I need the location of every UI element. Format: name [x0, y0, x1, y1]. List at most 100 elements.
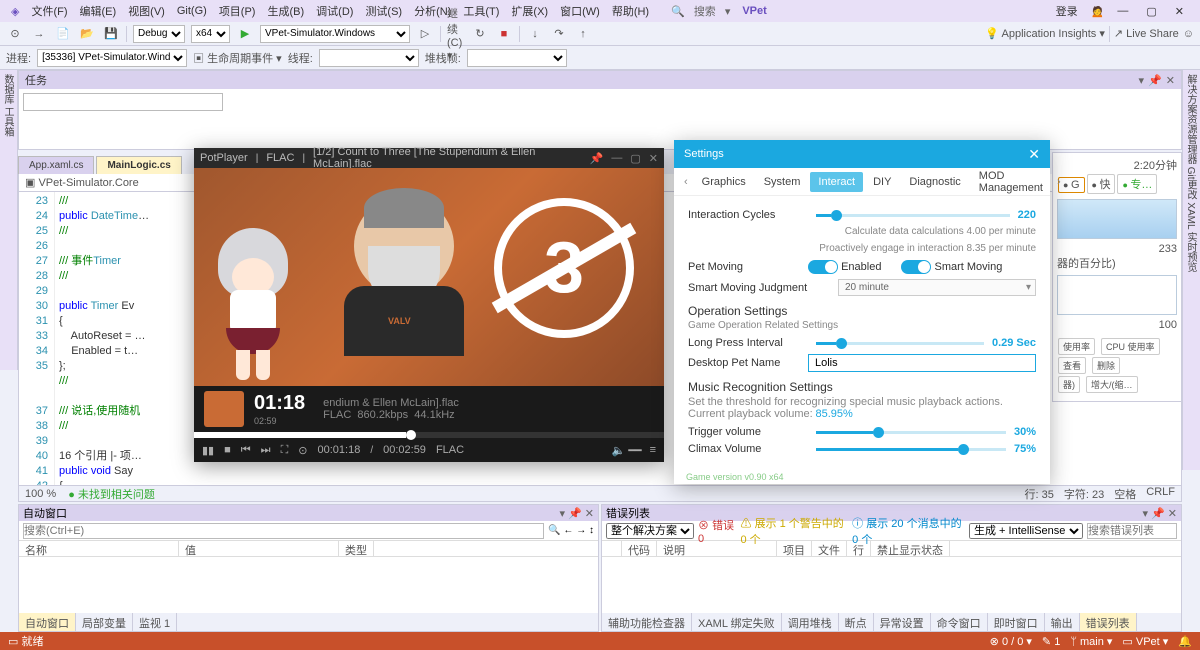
- tab-diagnostic[interactable]: Diagnostic: [901, 172, 968, 192]
- tab-autowin[interactable]: 自动窗口: [19, 613, 76, 631]
- tab-locals[interactable]: 局部变量: [76, 613, 133, 631]
- start-debug-icon[interactable]: ▶: [236, 25, 254, 43]
- stop-btn-icon[interactable]: ■: [224, 444, 231, 456]
- video-viewport[interactable]: 3: [194, 168, 664, 386]
- right-sidebar-tabs[interactable]: 解决方案资源管理器 Git更改 XAML 实时预览: [1182, 70, 1200, 470]
- bottom-tab[interactable]: 输出: [1045, 613, 1080, 631]
- play-pause-icon[interactable]: ▮▮: [202, 444, 214, 457]
- playlist-icon[interactable]: ⊙: [298, 444, 307, 457]
- tab-app-xaml[interactable]: App.xaml.cs: [18, 156, 94, 174]
- errlist-search[interactable]: [1087, 523, 1177, 539]
- tab-system[interactable]: System: [756, 172, 809, 192]
- tasks-filter-input[interactable]: [23, 93, 223, 111]
- pot-pin-icon[interactable]: 📌: [590, 152, 604, 165]
- bottom-tab[interactable]: 异常设置: [874, 613, 931, 631]
- pot-max-icon[interactable]: ▢: [630, 152, 640, 165]
- status-branch[interactable]: ᛘ main ▾: [1070, 635, 1112, 648]
- tab-interact[interactable]: Interact: [810, 172, 863, 192]
- open-icon[interactable]: 📂: [78, 25, 96, 43]
- pane-close-icon[interactable]: ✕: [1166, 74, 1175, 87]
- volume-icon[interactable]: 🔈 ━━: [612, 444, 642, 457]
- platform-select[interactable]: x64: [191, 25, 230, 43]
- left-sidebar-tabs[interactable]: 数据库 工具箱: [0, 70, 18, 370]
- settings-close-icon[interactable]: ✕: [1028, 146, 1040, 163]
- menu-help[interactable]: 帮助(H): [607, 1, 654, 21]
- menu-file[interactable]: 文件(F): [26, 1, 72, 21]
- next-icon[interactable]: ⏭: [261, 444, 271, 457]
- tab-mod[interactable]: MOD Management: [971, 166, 1051, 198]
- stop-icon[interactable]: ■: [495, 25, 513, 43]
- restart-icon[interactable]: ↻: [471, 25, 489, 43]
- autowin-search[interactable]: [23, 523, 544, 539]
- errlist-scope[interactable]: 整个解决方案: [606, 523, 694, 539]
- tabs-right-icon[interactable]: ›: [1053, 176, 1065, 188]
- new-icon[interactable]: 📄: [54, 25, 72, 43]
- menu-tools[interactable]: 工具(T): [458, 1, 504, 21]
- bottom-tab[interactable]: 错误列表: [1080, 613, 1137, 631]
- tabs-left-icon[interactable]: ‹: [680, 176, 692, 188]
- zoom-level[interactable]: 100 %: [25, 488, 56, 500]
- menu-edit[interactable]: 编辑(E): [75, 1, 122, 21]
- bottom-tab[interactable]: 即时窗口: [988, 613, 1045, 631]
- climax-volume-slider[interactable]: [816, 448, 1006, 451]
- tab-graphics[interactable]: Graphics: [694, 172, 754, 192]
- login-link[interactable]: 登录: [1051, 1, 1083, 21]
- nav-back-icon[interactable]: ⊙: [6, 25, 24, 43]
- smart-moving-toggle[interactable]: [901, 260, 931, 274]
- pot-close-icon[interactable]: ✕: [649, 152, 658, 165]
- long-press-slider[interactable]: [816, 342, 984, 345]
- smart-judge-select[interactable]: 20 minute: [838, 279, 1036, 296]
- menu-build[interactable]: 生成(B): [262, 1, 309, 21]
- thread-select[interactable]: [319, 49, 419, 67]
- live-share-button[interactable]: ↗ Live Share: [1114, 27, 1179, 40]
- lifecycle-events[interactable]: ▣ 生命周期事件 ▾: [193, 50, 282, 66]
- pane-dropdown-icon[interactable]: ▾: [1139, 74, 1145, 87]
- stackframe-select[interactable]: [467, 49, 567, 67]
- continue-label[interactable]: 继续(C) ▾: [447, 25, 465, 43]
- menu-git[interactable]: Git(G): [172, 3, 212, 19]
- config-select[interactable]: Debug: [133, 25, 185, 43]
- tab-mainlogic[interactable]: MainLogic.cs: [96, 156, 181, 174]
- trigger-volume-slider[interactable]: [816, 431, 1006, 434]
- menu-project[interactable]: 项目(P): [214, 1, 261, 21]
- window-max-icon[interactable]: ▢: [1141, 3, 1161, 20]
- menu-test[interactable]: 测试(S): [360, 1, 407, 21]
- bottom-tab[interactable]: 辅助功能检查器: [602, 613, 692, 631]
- status-bell-icon[interactable]: 🔔: [1178, 635, 1192, 648]
- search-box[interactable]: 🔍 搜索 ▾: [666, 0, 735, 23]
- menu-extensions[interactable]: 扩展(X): [506, 1, 553, 21]
- pet-moving-toggle[interactable]: [808, 260, 838, 274]
- menu-icon[interactable]: ≡: [650, 444, 656, 457]
- app-insights-button[interactable]: 💡 Application Insights ▾: [985, 27, 1105, 40]
- feedback-icon[interactable]: ☺: [1183, 28, 1194, 40]
- pet-name-input[interactable]: [808, 354, 1036, 372]
- menu-debug[interactable]: 调试(D): [311, 1, 358, 21]
- step-out-icon[interactable]: ↑: [574, 25, 592, 43]
- window-min-icon[interactable]: —: [1112, 3, 1133, 19]
- step-over-icon[interactable]: ↷: [550, 25, 568, 43]
- namespace-dropdown[interactable]: ▣ VPet-Simulator.Core: [25, 176, 139, 189]
- fullscreen-icon[interactable]: ⛶: [281, 444, 289, 457]
- step-into-icon[interactable]: ↓: [526, 25, 544, 43]
- bottom-tab[interactable]: 调用堆栈: [782, 613, 839, 631]
- save-icon[interactable]: 💾: [102, 25, 120, 43]
- window-close-icon[interactable]: ✕: [1170, 3, 1189, 20]
- nav-fwd-icon[interactable]: →: [30, 25, 48, 43]
- start-nodebug-icon[interactable]: ▷: [416, 25, 434, 43]
- prev-icon[interactable]: ⏮: [241, 444, 251, 457]
- bottom-tab[interactable]: 命令窗口: [931, 613, 988, 631]
- interaction-cycles-slider[interactable]: [816, 214, 1010, 217]
- bottom-tab[interactable]: XAML 绑定失败: [692, 613, 782, 631]
- tab-watch[interactable]: 监视 1: [133, 613, 177, 631]
- menu-window[interactable]: 窗口(W): [555, 1, 605, 21]
- tab-diy[interactable]: DIY: [865, 172, 899, 192]
- pot-min-icon[interactable]: —: [611, 152, 622, 165]
- status-edits[interactable]: ✎ 1: [1042, 635, 1060, 648]
- menu-view[interactable]: 视图(V): [123, 1, 170, 21]
- status-errors[interactable]: ⊗ 0 / 0 ▾: [990, 635, 1032, 648]
- pane-pin-icon[interactable]: 📌: [1148, 74, 1162, 87]
- errlist-build[interactable]: 生成 + IntelliSense: [969, 523, 1083, 539]
- bottom-tab[interactable]: 断点: [839, 613, 874, 631]
- process-select[interactable]: [35336] VPet-Simulator.Window…: [37, 49, 187, 67]
- target-select[interactable]: VPet-Simulator.Windows: [260, 25, 410, 43]
